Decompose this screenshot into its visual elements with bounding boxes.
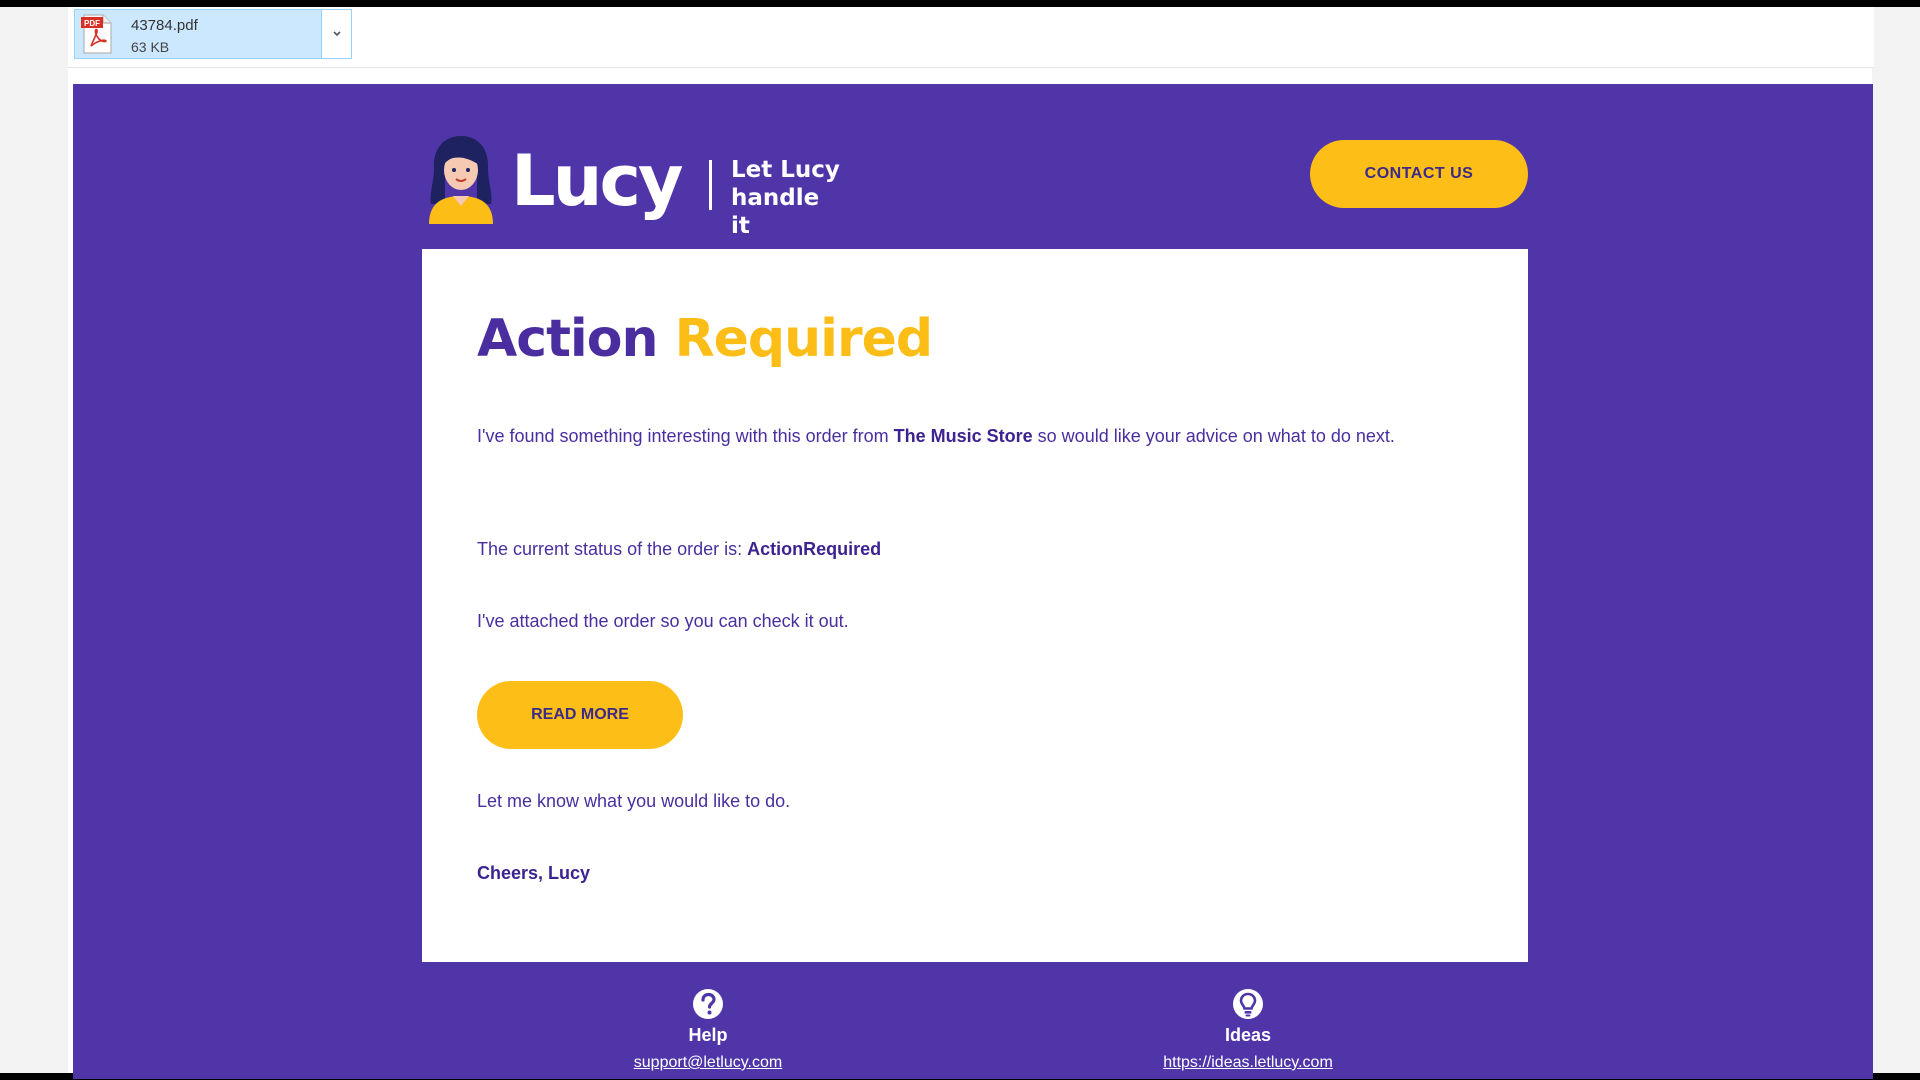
support-email-link[interactable]: support@letlucy.com <box>578 1054 838 1072</box>
attachment-file-name: 43784.pdf <box>131 17 198 34</box>
attachment-item[interactable]: PDF 43784.pdf 63 KB <box>74 9 352 59</box>
attachment-file-size: 63 KB <box>131 39 170 55</box>
chevron-down-icon <box>332 31 341 37</box>
right-gutter <box>1872 7 1920 1073</box>
ideas-link[interactable]: https://ideas.letlucy.com <box>1118 1054 1378 1072</box>
read-more-button[interactable]: READ MORE <box>477 681 683 749</box>
headline-word-action: Action <box>477 309 658 369</box>
store-name: The Music Store <box>893 426 1033 446</box>
status-label: The current status of the order is: <box>477 539 748 559</box>
contact-us-button[interactable]: CONTACT US <box>1310 140 1528 208</box>
attachment-dropdown-button[interactable] <box>321 10 351 58</box>
headline-word-required: Required <box>674 309 934 369</box>
pdf-file-icon: PDF <box>81 14 112 54</box>
status-paragraph: The current status of the order is: Acti… <box>477 539 881 560</box>
message-card: Action Required I've found something int… <box>422 249 1528 962</box>
pdf-icon-label: PDF <box>84 19 100 28</box>
lightbulb-icon <box>1233 989 1263 1019</box>
intro-text-end: so would like your advice on what to do … <box>1032 426 1395 446</box>
help-title: Help <box>688 1025 728 1045</box>
tagline-line-2: handle it <box>731 185 820 239</box>
status-value: ActionRequired <box>747 539 882 559</box>
tagline: Let Lucy handle it <box>731 156 843 240</box>
intro-paragraph: I've found something interesting with th… <box>477 413 1437 459</box>
lucy-logo[interactable]: Lucy Let Lucy handle it <box>423 134 843 239</box>
footer-help: Help support@letlucy.com <box>578 987 838 1072</box>
headline: Action Required <box>477 309 934 369</box>
left-gutter <box>0 7 68 1073</box>
attachment-bar: PDF 43784.pdf 63 KB <box>68 7 1874 68</box>
footer-ideas: Ideas https://ideas.letlucy.com <box>1118 987 1378 1072</box>
ideas-title: Ideas <box>1224 1025 1272 1045</box>
signoff: Cheers, Lucy <box>477 863 591 883</box>
tagline-line-1: Let Lucy <box>731 157 840 183</box>
lucy-wordmark: Lucy <box>511 140 684 222</box>
attachment-note: I've attached the order so you can check… <box>477 611 849 631</box>
lucy-avatar-icon <box>429 136 493 224</box>
email-body: Lucy Let Lucy handle it CONTACT US Actio… <box>73 84 1873 1079</box>
intro-text-start: I've found something interesting with th… <box>477 426 894 446</box>
question-circle-icon <box>693 989 723 1019</box>
logo-divider <box>709 160 712 210</box>
request-paragraph: Let me know what you would like to do. <box>477 791 791 811</box>
email-viewer: PDF 43784.pdf 63 KB Lucy Let Lucy handle… <box>0 7 1920 1079</box>
